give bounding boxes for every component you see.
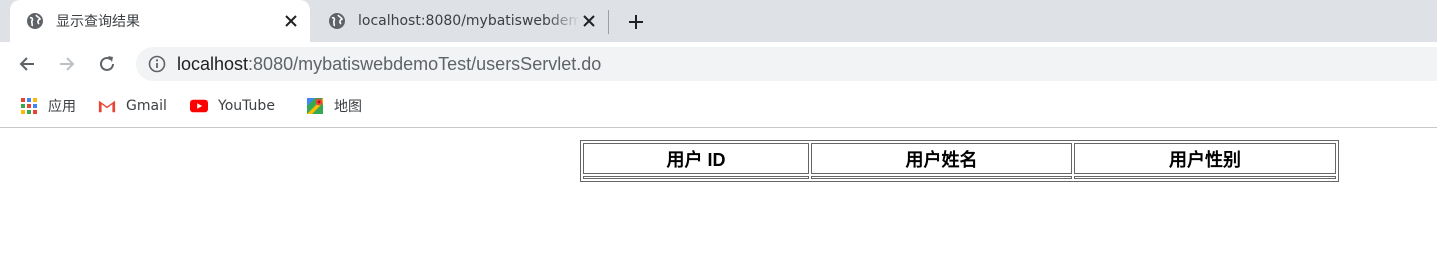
table-cell xyxy=(1074,176,1336,179)
youtube-icon xyxy=(190,99,208,113)
tab-localhost[interactable]: localhost:8080/mybatiswebdemoTest/usersS… xyxy=(312,0,608,42)
plus-icon xyxy=(629,15,643,29)
info-icon[interactable] xyxy=(148,55,166,73)
table-header-row: 用户 ID 用户姓名 用户性别 xyxy=(583,143,1336,174)
url-text[interactable]: localhost:8080/mybatiswebdemoTest/usersS… xyxy=(177,54,601,75)
bookmark-maps[interactable]: 地图 xyxy=(306,86,362,126)
table-cell xyxy=(583,176,809,179)
column-header-user-gender: 用户性别 xyxy=(1074,143,1336,174)
table-cell xyxy=(811,176,1072,179)
back-button[interactable] xyxy=(15,52,39,76)
globe-icon xyxy=(329,13,345,29)
globe-icon xyxy=(27,13,43,29)
url-path: :8080/mybatiswebdemoTest/usersServlet.do xyxy=(248,53,602,74)
new-tab-button[interactable] xyxy=(622,8,650,36)
apps-grid-icon xyxy=(21,98,37,114)
table-row-empty xyxy=(583,176,1336,179)
bookmark-label: 应用 xyxy=(48,99,76,115)
tab-separator xyxy=(608,10,609,34)
arrow-right-icon xyxy=(60,57,75,71)
bookmark-gmail[interactable]: Gmail xyxy=(98,86,167,126)
tab-query-results[interactable]: 显示查询结果 xyxy=(10,0,310,42)
browser-toolbar: localhost:8080/mybatiswebdemoTest/usersS… xyxy=(0,42,1437,86)
bookmark-youtube[interactable]: YouTube xyxy=(190,86,275,126)
reload-button[interactable] xyxy=(95,52,119,76)
bookmark-label: YouTube xyxy=(218,98,275,114)
maps-icon xyxy=(307,98,323,114)
bookmark-label: Gmail xyxy=(126,98,167,114)
bookmark-label: 地图 xyxy=(334,99,362,115)
tab-title: localhost:8080/mybatiswebdemoTest/usersS… xyxy=(358,13,580,29)
close-tab-icon[interactable] xyxy=(282,12,300,30)
bookmark-apps[interactable]: 应用 xyxy=(20,86,76,126)
tab-title: 显示查询结果 xyxy=(56,14,140,30)
close-tab-icon[interactable] xyxy=(580,12,598,30)
users-table: 用户 ID 用户姓名 用户性别 xyxy=(580,140,1339,182)
tab-strip: 显示查询结果 localhost:8080/mybatiswebdemoTest… xyxy=(0,0,1437,42)
column-header-user-name: 用户姓名 xyxy=(811,143,1072,174)
bookmarks-bar: 应用 Gmail YouTube 地图 xyxy=(0,86,1437,128)
page-content: 用户 ID 用户姓名 用户性别 xyxy=(0,128,1437,277)
gmail-icon xyxy=(98,100,116,113)
reload-icon xyxy=(100,56,114,71)
arrow-left-icon xyxy=(19,57,34,71)
forward-button[interactable] xyxy=(55,52,79,76)
column-header-user-id: 用户 ID xyxy=(583,143,809,174)
url-host: localhost xyxy=(177,53,249,74)
address-bar[interactable]: localhost:8080/mybatiswebdemoTest/usersS… xyxy=(136,47,1437,81)
